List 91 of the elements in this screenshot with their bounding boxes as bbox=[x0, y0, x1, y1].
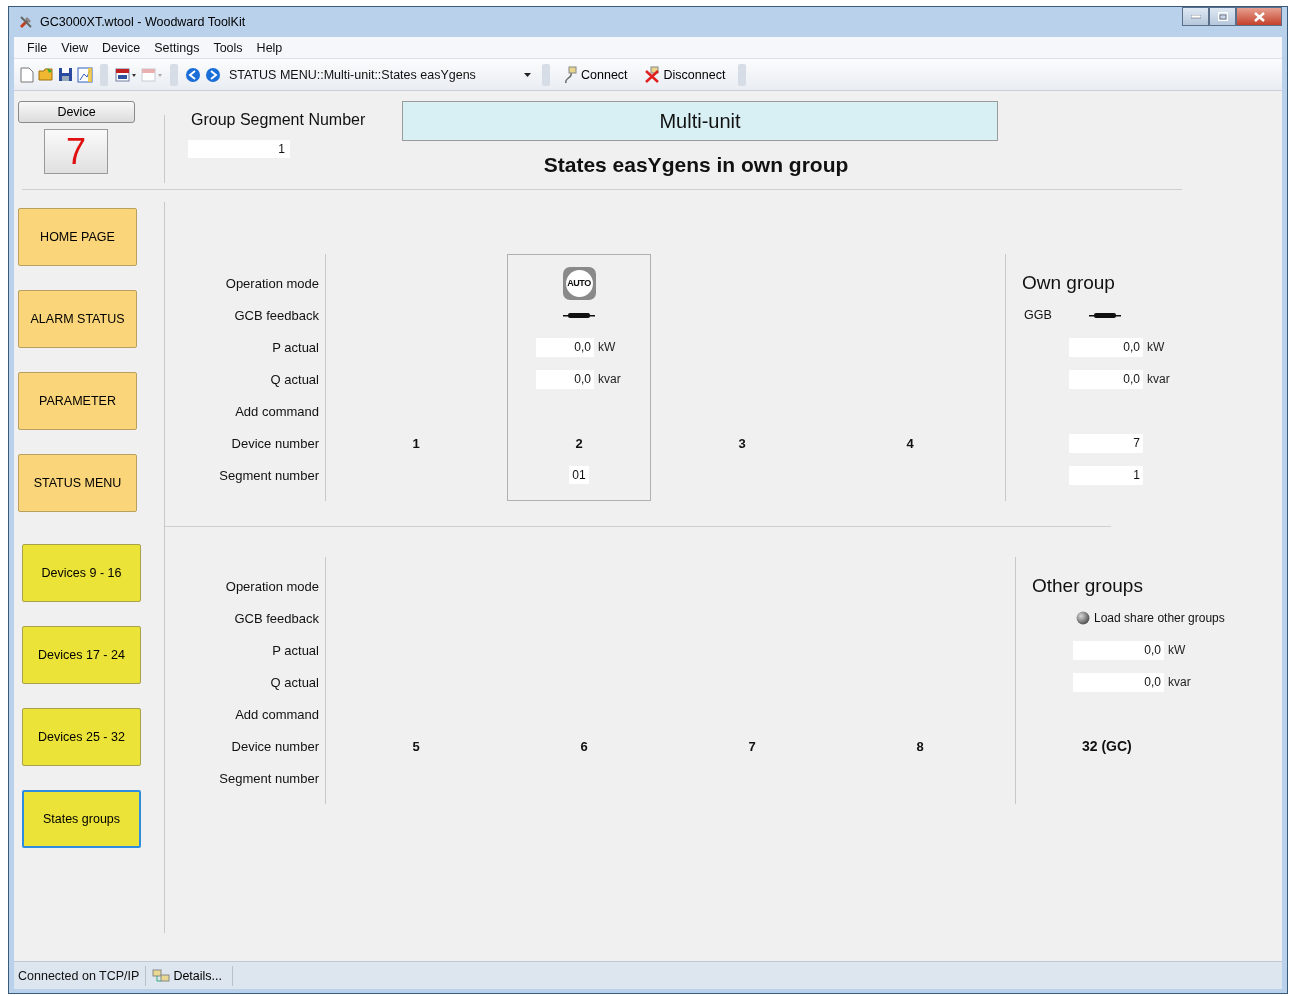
page-title: Multi-unit bbox=[402, 101, 998, 141]
nav-button[interactable]: Devices 25 - 32 bbox=[22, 708, 141, 766]
device-number-label: 7 bbox=[748, 738, 756, 754]
nav-button[interactable]: STATUS MENU bbox=[18, 454, 137, 512]
unit-label: kvar bbox=[1168, 675, 1191, 689]
row-label: Segment number bbox=[219, 770, 319, 786]
nav-button[interactable]: PARAMETER bbox=[18, 372, 137, 430]
row-label: Segment number bbox=[219, 467, 319, 483]
row-label: Device number bbox=[231, 435, 319, 451]
device-number-label: 8 bbox=[916, 738, 924, 754]
menu-item[interactable]: Settings bbox=[147, 40, 207, 55]
device-number-label: 32 (GC) bbox=[1082, 738, 1132, 754]
back-icon[interactable] bbox=[185, 66, 201, 83]
plug-icon bbox=[563, 65, 577, 84]
row-label: Q actual bbox=[270, 371, 319, 387]
device-number-label: 4 bbox=[906, 435, 914, 451]
connect-button[interactable]: Connect bbox=[557, 65, 634, 84]
unit-label: kvar bbox=[598, 372, 621, 386]
close-icon bbox=[1253, 11, 1265, 22]
row-label: Q actual bbox=[270, 674, 319, 690]
group-title: Own group bbox=[1022, 272, 1115, 294]
group-title: Other groups bbox=[1032, 575, 1143, 597]
readout-field: 1 bbox=[1069, 465, 1143, 485]
nav-button[interactable]: Devices 17 - 24 bbox=[22, 626, 141, 684]
maximize-button[interactable] bbox=[1209, 7, 1236, 26]
connection-status: Connected on TCP/IP bbox=[14, 965, 147, 986]
toolbar-grip[interactable] bbox=[542, 63, 550, 86]
row-label: P actual bbox=[272, 339, 319, 355]
toolbar-grip[interactable] bbox=[100, 63, 108, 86]
network-icon bbox=[152, 967, 171, 984]
address-dropdown[interactable]: STATUS MENU::Multi-unit::States easYgens bbox=[225, 63, 535, 86]
menu-item[interactable]: Device bbox=[95, 40, 148, 55]
segment-field: 01 bbox=[569, 466, 589, 484]
device-number-label: 3 bbox=[738, 435, 746, 451]
device-number-label: 6 bbox=[580, 738, 588, 754]
row-label: GCB feedback bbox=[234, 610, 319, 626]
minimize-icon bbox=[1190, 14, 1201, 19]
nav-button[interactable]: HOME PAGE bbox=[18, 208, 137, 266]
disconnect-button[interactable]: Disconnect bbox=[637, 65, 732, 84]
row-label: Add command bbox=[235, 706, 319, 722]
nav-button[interactable]: States groups bbox=[22, 790, 141, 848]
menu-item[interactable]: Help bbox=[249, 40, 290, 55]
row-label: GCB feedback bbox=[234, 307, 319, 323]
readout-field: 0,0 bbox=[536, 337, 594, 357]
forward-icon[interactable] bbox=[205, 66, 221, 83]
details-button[interactable]: Details... bbox=[146, 965, 233, 986]
window-title: GC3000XT.wtool - Woodward ToolKit bbox=[40, 15, 246, 29]
toolbar-grip[interactable] bbox=[170, 63, 178, 86]
menu-item[interactable]: View bbox=[54, 40, 96, 55]
readout-field: 0,0 bbox=[1069, 369, 1143, 389]
row-label: Operation mode bbox=[225, 275, 319, 291]
row-label: Add command bbox=[235, 403, 319, 419]
row-label: Operation mode bbox=[225, 578, 319, 594]
device-button[interactable]: Device bbox=[18, 101, 135, 123]
readout-field: 0,0 bbox=[1073, 672, 1164, 692]
readout-field: 0,0 bbox=[1073, 640, 1164, 660]
group-segment-field: 1 bbox=[188, 140, 290, 158]
page-subtitle: States easYgens in own group bbox=[543, 153, 849, 177]
unit-label: kW bbox=[1147, 340, 1165, 354]
unit-label: kW bbox=[1168, 643, 1186, 657]
unit-label: kW bbox=[598, 340, 616, 354]
caret-icon bbox=[524, 72, 531, 77]
tools-icon bbox=[18, 14, 34, 30]
group-segment-label: Group Segment Number bbox=[191, 111, 367, 129]
row-label: Device number bbox=[231, 738, 319, 754]
save-icon[interactable] bbox=[58, 67, 73, 82]
new-document-icon[interactable] bbox=[20, 66, 34, 83]
menu-item[interactable]: Tools bbox=[206, 40, 250, 55]
toolbar-grip[interactable] bbox=[738, 63, 747, 86]
row-label: P actual bbox=[272, 642, 319, 658]
menu-item[interactable]: File bbox=[20, 40, 55, 55]
nav-button[interactable]: Devices 9 - 16 bbox=[22, 544, 141, 602]
calendar-icon bbox=[141, 67, 163, 82]
maximize-icon bbox=[1217, 12, 1228, 21]
breaker-label: GGB bbox=[1024, 308, 1052, 322]
device-number-label: 5 bbox=[412, 738, 420, 754]
nav-button[interactable]: ALARM STATUS bbox=[18, 290, 137, 348]
operation-mode-indicator: AUTO bbox=[562, 266, 596, 300]
device-number-label: 2 bbox=[575, 435, 583, 451]
readout-field: 7 bbox=[1069, 433, 1143, 453]
unit-label: kvar bbox=[1147, 372, 1170, 386]
readout-field: 0,0 bbox=[536, 369, 594, 389]
calendar-icon[interactable] bbox=[115, 67, 137, 82]
lamp-label: Load share other groups bbox=[1094, 611, 1225, 625]
chart-icon[interactable] bbox=[77, 66, 93, 83]
minimize-button[interactable] bbox=[1182, 7, 1209, 26]
close-button[interactable] bbox=[1236, 7, 1282, 26]
plug-icon bbox=[643, 65, 660, 84]
device-number: 7 bbox=[44, 129, 108, 174]
device-number-label: 1 bbox=[412, 435, 420, 451]
readout-field: 0,0 bbox=[1069, 337, 1143, 357]
